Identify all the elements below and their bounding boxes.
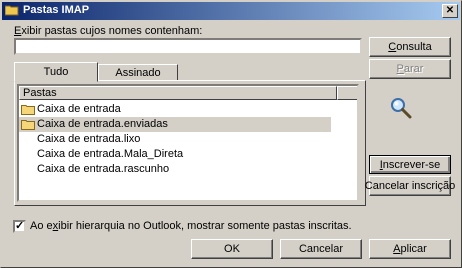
parar-button[interactable]: Parar [369, 59, 451, 79]
tab-assinado[interactable]: Assinado [98, 64, 178, 81]
column-header-pastas[interactable]: Pastas [19, 86, 337, 100]
show-subscribed-checkbox[interactable]: ✓ [13, 220, 26, 233]
cancelar-inscricao-button[interactable]: Cancelar inscrição [365, 176, 455, 196]
apply-button[interactable]: Aplicar [369, 239, 451, 259]
cancel-button[interactable]: Cancelar [280, 239, 362, 259]
close-button[interactable]: ✕ [442, 4, 458, 18]
ok-button[interactable]: OK [191, 239, 273, 259]
folder-icon [21, 105, 35, 115]
title-bar[interactable]: Pastas IMAP ✕ [2, 2, 460, 20]
column-header-filler [337, 86, 357, 100]
list-item[interactable]: Caixa de entrada.lixo [19, 132, 331, 147]
inscrever-button[interactable]: Inscrever-se [369, 155, 451, 174]
list-item[interactable]: Caixa de entrada.rascunho [19, 162, 331, 177]
show-subscribed-label[interactable]: Ao exibir hierarquia no Outlook, mostrar… [30, 220, 352, 232]
filter-label: Exibir pastas cujos nomes contenham: [14, 25, 203, 37]
list-item[interactable]: Caixa de entrada.enviadas [19, 117, 331, 132]
window-title: Pastas IMAP [23, 4, 90, 16]
folder-icon [21, 120, 35, 130]
consulta-button[interactable]: Consulta [369, 37, 451, 57]
list-item[interactable]: Caixa de entrada [19, 102, 331, 117]
folder-icon [5, 5, 19, 16]
imap-folders-dialog: Pastas IMAP ✕ Exibir pastas cujos nomes … [0, 0, 462, 268]
folder-list[interactable]: Pastas Caixa de entrada Caixa de entrada… [17, 84, 359, 202]
list-item[interactable]: Caixa de entrada.Mala_Direta [19, 147, 331, 162]
tab-tudo[interactable]: Tudo [14, 62, 98, 82]
checkmark-icon: ✓ [15, 220, 25, 232]
magnifier-icon [391, 98, 412, 119]
close-icon: ✕ [445, 5, 455, 16]
filter-input[interactable] [14, 38, 362, 55]
